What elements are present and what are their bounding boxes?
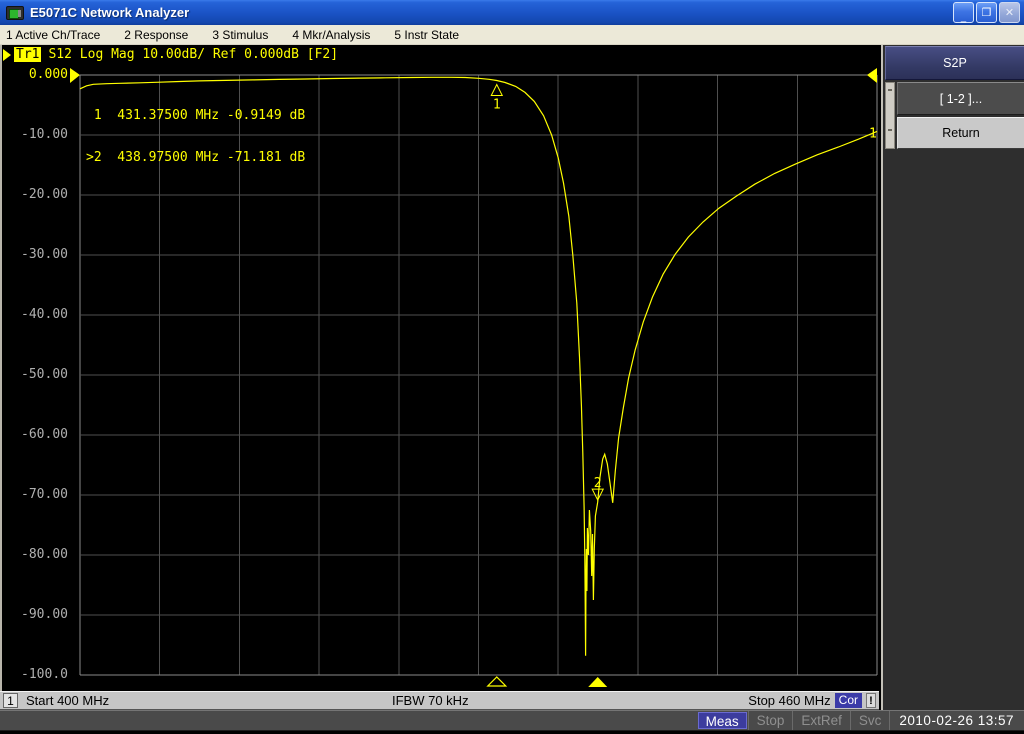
y-axis-labels: 0.000 -10.00 -20.00 -30.00 -40.00 -50.00 -60.0… <box>0 45 72 691</box>
softkey-menu-title: S2P <box>885 46 1024 80</box>
meas-status-badge: Meas <box>697 712 747 729</box>
channel-status-bar: 1 Start 400 MHz IFBW 70 kHz Stop 460 MHz… <box>0 691 879 710</box>
marker-symbol <box>490 83 504 96</box>
marker-readout-row-1: 1 431.37500 MHz -0.9149 dB <box>86 108 306 123</box>
stimulus-marker <box>486 676 508 687</box>
separator <box>849 711 851 730</box>
sweep-stop-status: Stop <box>756 713 785 728</box>
y-tick-label: -10.00 <box>21 127 68 142</box>
correction-badge: Cor <box>834 693 862 708</box>
close-icon: ✕ <box>1004 6 1015 19</box>
extref-status: ExtRef <box>801 713 842 728</box>
menu-stimulus[interactable]: 3 Stimulus <box>212 28 268 42</box>
trace-end-number: 1 <box>869 126 877 141</box>
separator <box>792 711 794 730</box>
y-tick-label: -50.00 <box>21 367 68 382</box>
y-tick-label: -60.00 <box>21 427 68 442</box>
ifbw-label: IFBW 70 kHz <box>392 693 469 708</box>
close-button: ✕ <box>999 2 1020 23</box>
softkey-scrollbar[interactable] <box>885 82 895 149</box>
analyzer-screen: E5071C Network Analyzer _ ❐ ✕ 1 Active C… <box>0 0 1024 734</box>
svc-status: Svc <box>858 713 882 728</box>
softkey-1-2-button[interactable]: [ 1-2 ]... <box>897 82 1024 115</box>
menu-active-ch-trace[interactable]: 1 Active Ch/Trace <box>6 28 100 42</box>
stimulus-marker-active <box>588 677 608 687</box>
channel-number-box: 1 <box>3 693 18 708</box>
y-tick-label: 0.000 <box>28 67 68 82</box>
marker-readout: 1 431.37500 MHz -0.9149 dB >2 438.97500 … <box>86 81 305 193</box>
instrument-status-bar: Meas Stop ExtRef Svc 2010-02-26 13:57 <box>0 710 1024 731</box>
marker-number: 1 <box>493 97 501 112</box>
y-tick-label: -40.00 <box>21 307 68 322</box>
y-tick-label: -70.00 <box>21 487 68 502</box>
softkey-return-button[interactable]: Return <box>897 117 1024 149</box>
ref-level-arrow-right <box>867 68 877 83</box>
y-tick-label: -20.00 <box>21 187 68 202</box>
alert-badge: ! <box>866 693 876 708</box>
app-icon <box>6 5 24 20</box>
minimize-icon: _ <box>960 10 967 23</box>
y-tick-label: -30.00 <box>21 247 68 262</box>
menu-bar: 1 Active Ch/Trace 2 Response 3 Stimulus … <box>0 25 1024 45</box>
separator <box>747 711 749 730</box>
title-bar: E5071C Network Analyzer _ ❐ ✕ <box>0 0 1024 25</box>
softkey-panel: S2P [ 1-2 ]... Return <box>881 45 1024 710</box>
menu-response[interactable]: 2 Response <box>124 28 188 42</box>
minimize-button[interactable]: _ <box>953 2 974 23</box>
restore-icon: ❐ <box>981 6 992 19</box>
y-tick-label: -90.00 <box>21 607 68 622</box>
datetime-display: 2010-02-26 13:57 <box>899 713 1014 728</box>
trace-format-text: S12 Log Mag 10.00dB/ Ref 0.000dB [F2] <box>48 47 339 62</box>
menu-instr-state[interactable]: 5 Instr State <box>394 28 459 42</box>
window-title: E5071C Network Analyzer <box>30 5 190 20</box>
y-tick-label: -80.00 <box>21 547 68 562</box>
y-tick-label: -100.0 <box>21 667 68 682</box>
marker-readout-row-2: >2 438.97500 MHz -71.181 dB <box>86 150 306 165</box>
stop-frequency-label: Stop 460 MHz <box>748 693 831 708</box>
menu-mkr-analysis[interactable]: 4 Mkr/Analysis <box>292 28 370 42</box>
start-frequency-label: Start 400 MHz <box>26 693 110 708</box>
separator <box>889 711 891 730</box>
restore-button[interactable]: ❐ <box>976 2 997 23</box>
